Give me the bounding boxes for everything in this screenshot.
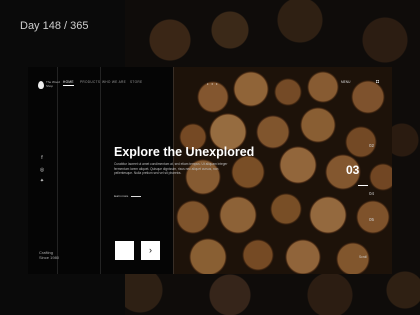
scroll-label[interactable]: Scroll (359, 255, 367, 259)
prev-button[interactable] (115, 241, 134, 260)
day-label: Day 148 / 365 (20, 20, 89, 32)
twitter-icon[interactable]: ✦ (39, 178, 45, 184)
learn-more-link[interactable]: learn more (114, 194, 142, 198)
hero-description: Curabitur laoreet ut amet condimentum at… (114, 162, 228, 176)
divider (100, 67, 101, 274)
menu-button[interactable]: MENU (341, 80, 350, 84)
facebook-icon[interactable]: f (39, 155, 45, 161)
learn-more-label: learn more (114, 194, 129, 198)
leaf-icon (38, 81, 44, 89)
since-text: Crafting Since 1980 (39, 250, 59, 260)
hero-title: Explore the Unexplored (114, 145, 255, 159)
divider (57, 67, 58, 274)
slide-number-previous[interactable]: 02 (369, 143, 374, 148)
arrow-line-icon (131, 195, 142, 197)
slide-number-last[interactable]: 05 (369, 217, 374, 222)
brand-name: The Wood Shop (46, 80, 60, 88)
slide-number-current: 03 (346, 163, 360, 177)
instagram-icon[interactable]: ◎ (39, 167, 45, 173)
nav-home[interactable]: HOME (63, 80, 74, 86)
since-line2: Since 1980 (39, 255, 60, 260)
bag-icon[interactable]: ◘ (376, 79, 379, 85)
slide-number-next[interactable]: 04 (369, 191, 374, 196)
slide-indicator (358, 185, 368, 186)
website-card: The Wood Shop HOME PRODUCTS WHO WE ARE S… (28, 67, 392, 274)
brand-logo[interactable]: The Wood Shop (38, 79, 60, 95)
nav-store[interactable]: STORE (130, 80, 142, 84)
dots-icon[interactable]: • • • (207, 81, 218, 86)
nav-who-we-are[interactable]: WHO WE ARE (102, 80, 126, 84)
nav-products[interactable]: PRODUCTS (80, 80, 100, 84)
next-button[interactable]: › (141, 241, 160, 260)
